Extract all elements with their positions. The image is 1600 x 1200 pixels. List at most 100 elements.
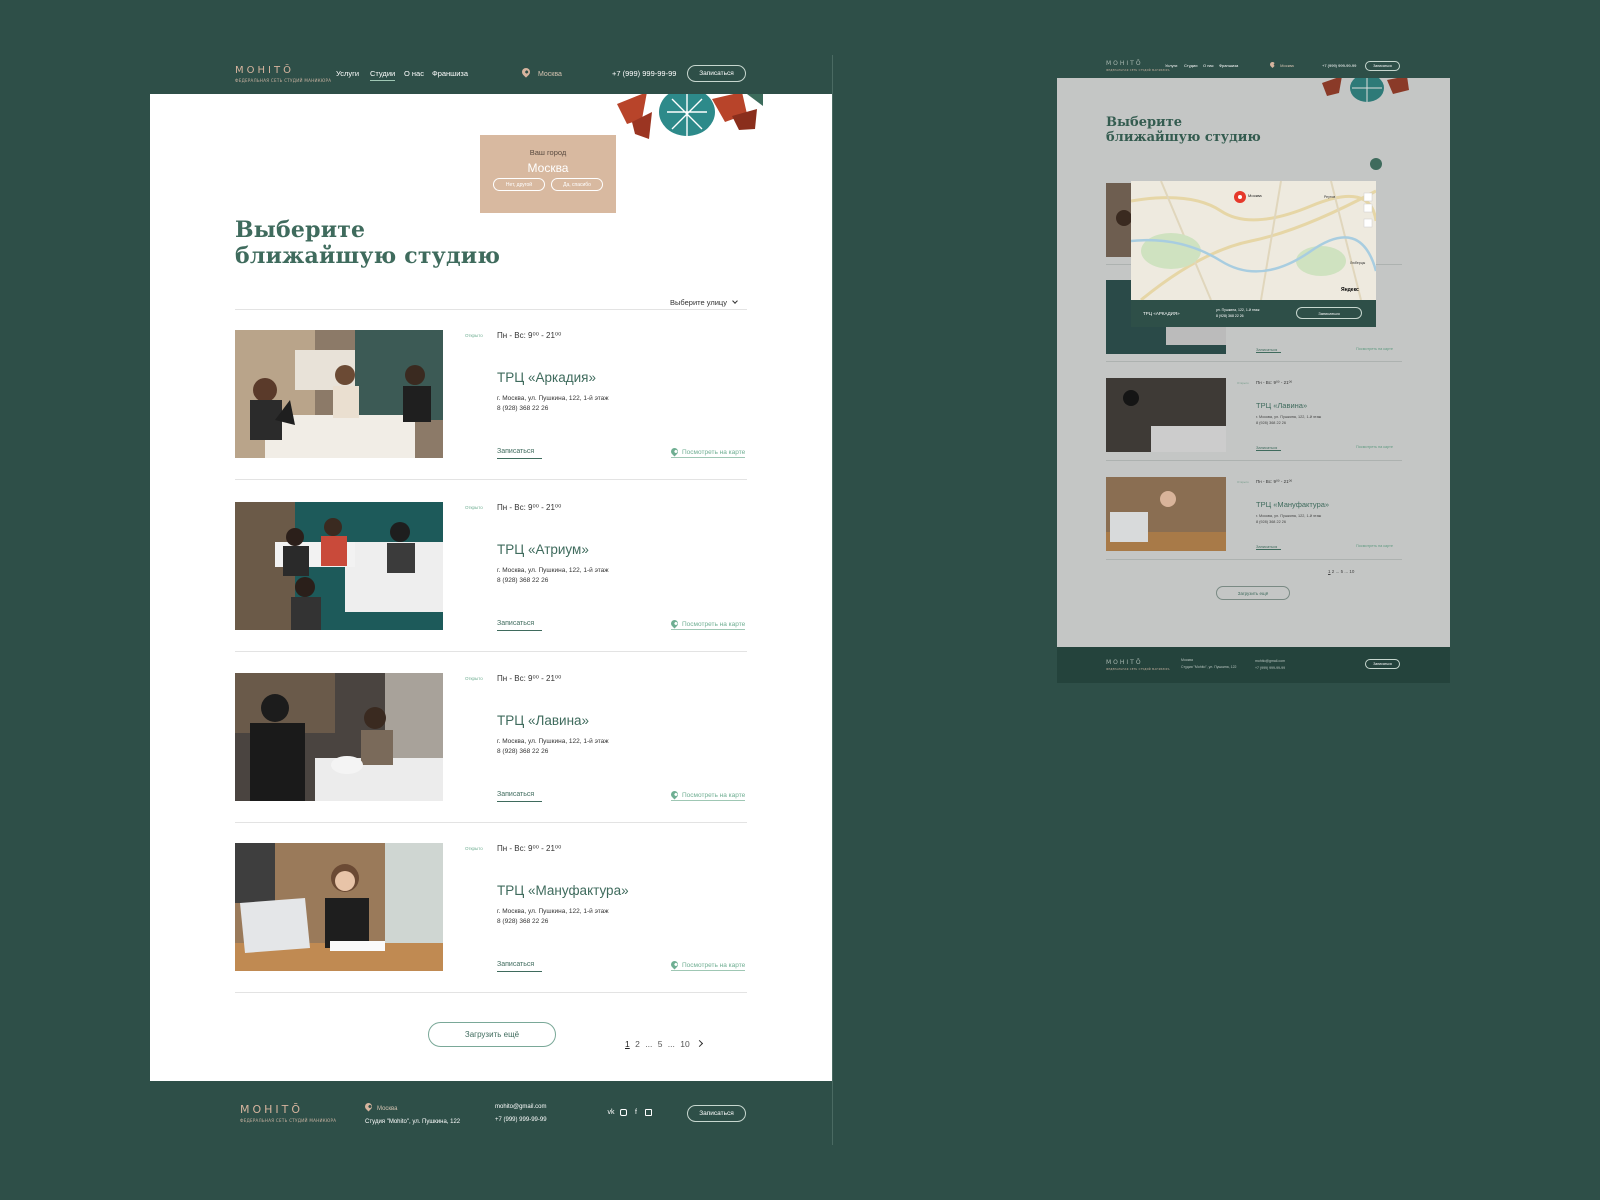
nav-item-about[interactable]: О нас [404, 69, 424, 78]
social-links: vk f [607, 1109, 652, 1117]
city-selector[interactable]: Москва [520, 66, 562, 78]
map-studio-phone: 8 (928) 368 22 26 [1216, 314, 1244, 318]
instagram-icon[interactable] [620, 1109, 627, 1116]
logo-text: MOHITŌ [1106, 60, 1143, 67]
logo-tagline: ФЕДЕРАЛЬНАЯ СЕТЬ СТУДИЙ МАНИКЮРА [1106, 69, 1170, 72]
header-book-button[interactable]: Записаться [687, 65, 746, 82]
nav-item-services[interactable]: Услуги [336, 69, 359, 78]
header-phone[interactable]: +7 (999) 999-99-99 [612, 69, 676, 78]
show-on-map-link[interactable]: Посмотреть на карте [1356, 544, 1393, 548]
studio-phone[interactable]: 8 (928) 368 22 26 [497, 918, 548, 925]
studio-book-link[interactable]: Записаться [497, 961, 542, 972]
footer-logo[interactable]: MOHITŌ ФЕДЕРАЛЬНАЯ СЕТЬ СТУДИЙ МАНИКЮРА [240, 1103, 336, 1123]
footer-phone[interactable]: +7 (999) 999-99-99 [495, 1117, 547, 1123]
page-link[interactable]: 1 [625, 1039, 630, 1049]
studio-phone[interactable]: 8 (928) 368 22 26 [497, 577, 548, 584]
header-book-button[interactable]: Записаться [1365, 61, 1400, 71]
street-select[interactable]: Выберите улицу [670, 298, 738, 307]
page-link[interactable]: 2 [635, 1039, 640, 1049]
youtube-icon[interactable] [645, 1109, 652, 1116]
page-link[interactable]: 5 [1341, 569, 1344, 574]
page-title: Выберите ближайшую студию [1106, 115, 1261, 145]
page-link[interactable]: 10 [1349, 569, 1354, 574]
studio-card: Открыто Пн - Вс: 9⁰⁰ - 21⁰⁰ ТРЦ «Мануфак… [235, 843, 747, 993]
show-on-map-link[interactable]: Посмотреть на карте [669, 618, 746, 630]
nav-item-studios[interactable]: Студии [1184, 63, 1197, 68]
studio-phone[interactable]: 8 (928) 368 22 26 [1256, 520, 1286, 524]
studio-book-link[interactable]: Записаться [497, 791, 542, 802]
facebook-icon[interactable]: f [632, 1109, 640, 1117]
page-link[interactable]: 2 [1332, 569, 1335, 574]
studio-photo [235, 673, 443, 801]
footer-book-button[interactable]: Записаться [1365, 659, 1400, 669]
footer-email[interactable]: mohito@gmail.com [495, 1104, 547, 1110]
map-modal: Москва Реутов Люберцы Яндекс ТРЦ «АРКАДИ… [1131, 181, 1376, 327]
logo[interactable]: MOHITŌ ФЕДЕРАЛЬНАЯ СЕТЬ СТУДИЙ МАНИКЮРА [235, 65, 331, 83]
studio-book-link[interactable]: Записаться [1256, 347, 1281, 353]
divider [235, 822, 747, 823]
studio-status: Открыто [465, 333, 483, 338]
location-pin-icon [363, 1101, 374, 1112]
city-no-button[interactable]: Нет, другой [493, 178, 545, 191]
studio-name[interactable]: ТРЦ «Атриум» [497, 542, 589, 557]
logo[interactable]: MOHITŌ ФЕДЕРАЛЬНАЯ СЕТЬ СТУДИЙ МАНИКЮРА [1106, 60, 1170, 72]
city-selector[interactable]: Москва [1268, 60, 1294, 69]
studio-phone[interactable]: 8 (928) 368 22 26 [497, 405, 548, 412]
studio-name[interactable]: ТРЦ «Аркадия» [497, 370, 596, 385]
nav-item-franchise[interactable]: Франшиза [1219, 63, 1238, 68]
vk-icon[interactable]: vk [607, 1109, 615, 1117]
divider [235, 651, 747, 652]
page-ellipsis: ... [1344, 569, 1349, 574]
studio-book-link[interactable]: Записаться [497, 448, 542, 459]
show-on-map-link[interactable]: Посмотреть на карте [669, 789, 746, 801]
close-map-button[interactable] [1370, 158, 1382, 170]
chevron-right-icon[interactable] [696, 1039, 704, 1048]
map-view-mockup: MOHITŌ ФЕДЕРАЛЬНАЯ СЕТЬ СТУДИЙ МАНИКЮРА … [1057, 55, 1450, 683]
footer-phone[interactable]: +7 (999) 999-99-99 [1255, 666, 1285, 670]
studio-book-link[interactable]: Записаться [1256, 544, 1281, 550]
map-book-button[interactable]: Записаться [1296, 307, 1362, 319]
nav-item-studios[interactable]: Студии [370, 69, 396, 81]
show-on-map-link[interactable]: Посмотреть на карте [1356, 347, 1393, 351]
load-more-button[interactable]: Загрузить ещё [1216, 586, 1290, 600]
page-title-line2: ближайшую студию [1106, 130, 1261, 145]
studios-page: Выберите ближайшую студию Выберите улицу [150, 94, 832, 1081]
studio-name[interactable]: ТРЦ «Лавина» [1256, 401, 1307, 410]
nav-item-services[interactable]: Услуги [1165, 63, 1177, 68]
studio-hours: Пн - Вс: 9⁰⁰ - 21⁰⁰ [1256, 380, 1293, 385]
studio-phone[interactable]: 8 (928) 368 22 26 [1256, 421, 1286, 425]
footer-book-button[interactable]: Записаться [687, 1105, 746, 1122]
studio-name[interactable]: ТРЦ «Лавина» [497, 713, 589, 728]
show-on-map-link[interactable]: Посмотреть на карте [1356, 445, 1393, 449]
studio-address: г. Москва, ул. Пушкина, 122, 1-й этаж [497, 738, 609, 745]
studio-hours: Пн - Вс: 9⁰⁰ - 21⁰⁰ [497, 331, 562, 340]
footer-contacts: mohito@gmail.com +7 (999) 999-99-99 [495, 1104, 547, 1123]
footer-contacts: mohito@gmail.com +7 (999) 999-99-99 [1255, 659, 1285, 670]
page-link[interactable]: 10 [680, 1039, 689, 1049]
page-title-line1: Выберите [235, 217, 366, 243]
studio-book-link[interactable]: Записаться [1256, 445, 1281, 451]
show-on-map-link[interactable]: Посмотреть на карте [669, 959, 746, 971]
header-phone[interactable]: +7 (999) 999-99-99 [1322, 63, 1356, 68]
studio-book-link[interactable]: Записаться [497, 620, 542, 631]
show-on-map-link[interactable]: Посмотреть на карте [669, 446, 746, 458]
nav-item-franchise[interactable]: Франшиза [432, 69, 468, 78]
divider [235, 479, 747, 480]
city-yes-button[interactable]: Да, спасибо [551, 178, 603, 191]
studio-name[interactable]: ТРЦ «Мануфактура» [497, 883, 629, 898]
map-view[interactable]: Москва Реутов Люберцы Яндекс [1131, 181, 1376, 300]
page-link[interactable]: 5 [658, 1039, 663, 1049]
location-pin-icon [520, 66, 532, 78]
map-modal-bar: ТРЦ «АРКАДИЯ» ул. Пушкина, 122, 1-й этаж… [1131, 300, 1376, 327]
footer-email[interactable]: mohito@gmail.com [1255, 659, 1285, 663]
studios-page-dimmed: Выберите ближайшую студию ТРЦ «Атриум» г… [1057, 78, 1450, 647]
nav-item-about[interactable]: О нас [1203, 63, 1214, 68]
page-link[interactable]: 1 [1328, 569, 1331, 574]
tropical-leaves-decoration [1322, 78, 1409, 102]
studio-phone[interactable]: 8 (928) 368 22 26 [497, 748, 548, 755]
footer-city: Москва [377, 1106, 398, 1112]
footer-logo[interactable]: MOHITŌ ФЕДЕРАЛЬНАЯ СЕТЬ СТУДИЙ МАНИКЮРА [1106, 659, 1170, 671]
load-more-button[interactable]: Загрузить ещё [428, 1022, 556, 1047]
studio-name[interactable]: ТРЦ «Мануфактура» [1256, 500, 1329, 509]
studio-card: Открыто Пн - Вс: 9⁰⁰ - 21⁰⁰ ТРЦ «Лавина»… [235, 673, 747, 823]
